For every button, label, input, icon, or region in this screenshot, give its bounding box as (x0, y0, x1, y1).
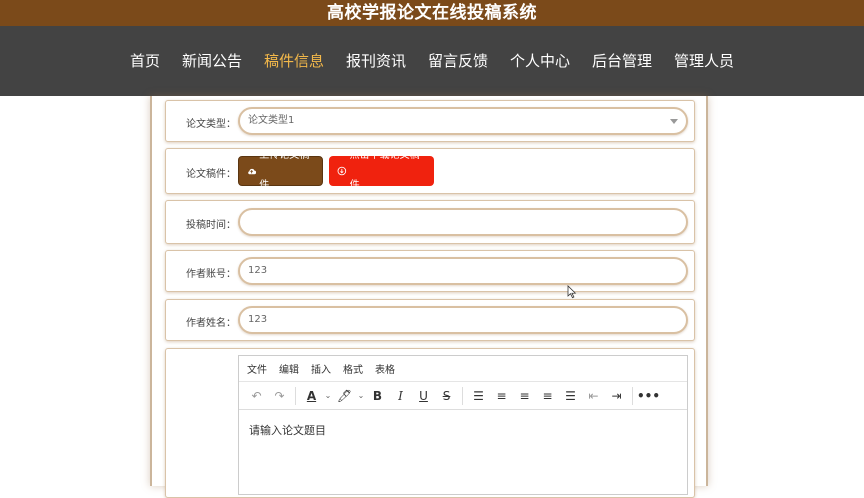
nav-journal-info[interactable]: 报刊资讯 (335, 26, 417, 96)
site-title: 高校学报论文在线投稿系统 (0, 0, 864, 26)
outdent-icon[interactable]: ⇤ (582, 389, 605, 403)
undo-icon[interactable]: ↶ (245, 389, 268, 403)
author-name-input[interactable]: 123 (238, 306, 688, 334)
toolbar-divider (462, 386, 463, 405)
download-paper-label: 点击下载论文稿件 (349, 150, 420, 191)
align-justify-icon[interactable]: ☰ (559, 389, 582, 403)
nav-home[interactable]: 首页 (119, 26, 171, 96)
editor-content[interactable]: 请输入论文题目 (239, 410, 687, 450)
strikethrough-icon[interactable]: S (435, 389, 458, 403)
chevron-down-icon[interactable]: ⌄ (356, 391, 366, 400)
paper-file-label: 论文稿件： (186, 169, 236, 180)
more-icon[interactable]: ••• (637, 389, 660, 403)
italic-icon[interactable]: I (389, 389, 412, 403)
author-account-label: 作者账号： (186, 269, 236, 280)
chevron-down-icon[interactable]: ⌄ (323, 391, 333, 400)
menu-edit[interactable]: 编辑 (279, 361, 299, 376)
menu-insert[interactable]: 插入 (311, 361, 331, 376)
row-paper-type: 论文类型： 论文类型1 (165, 100, 695, 142)
nav-managers[interactable]: 管理人员 (663, 26, 745, 96)
text-color-icon[interactable]: A (300, 389, 323, 403)
download-icon (337, 166, 347, 176)
nav-profile[interactable]: 个人中心 (499, 26, 581, 96)
author-name-label: 作者姓名： (186, 318, 236, 329)
editor-toolbar: ↶ ↷ A ⌄ 🖊 ⌄ B I U S ☰ ≡ ≡ ≡ ☰ ⇤ ⇥ ••• (239, 382, 687, 410)
row-author-account: 作者账号： 123 (165, 250, 695, 292)
underline-icon[interactable]: U (412, 389, 435, 403)
paper-type-value: 论文类型1 (248, 115, 295, 126)
download-paper-button[interactable]: 点击下载论文稿件 (329, 150, 434, 191)
submit-time-label: 投稿时间： (186, 220, 236, 231)
align-right-icon[interactable]: ≡ (536, 389, 559, 403)
row-editor: 文件 编辑 插入 格式 表格 ↶ ↷ A ⌄ 🖊 ⌄ B I U S ☰ ≡ ≡… (165, 348, 695, 498)
row-paper-file: 论文稿件： 上传论文稿件 点击下载论文稿件 (165, 148, 695, 194)
editor-menubar: 文件 编辑 插入 格式 表格 (239, 356, 687, 382)
indent-icon[interactable]: ⇥ (605, 389, 628, 403)
nav-feedback[interactable]: 留言反馈 (417, 26, 499, 96)
highlight-color-icon[interactable]: 🖊 (333, 389, 356, 403)
paper-type-select[interactable]: 论文类型1 (238, 107, 688, 135)
mouse-cursor-icon (567, 285, 577, 299)
rich-text-editor: 文件 编辑 插入 格式 表格 ↶ ↷ A ⌄ 🖊 ⌄ B I U S ☰ ≡ ≡… (238, 355, 688, 495)
row-author-name: 作者姓名： 123 (165, 299, 695, 341)
submit-time-input[interactable] (238, 208, 688, 236)
redo-icon[interactable]: ↷ (268, 389, 291, 403)
row-submit-time: 投稿时间： (165, 200, 695, 244)
form-container: 论文类型： 论文类型1 论文稿件： 上传论文稿件 点击下载论文稿件 投稿时间： … (150, 96, 708, 498)
line-height-icon[interactable]: ☰ (467, 389, 490, 403)
align-center-icon[interactable]: ≡ (513, 389, 536, 403)
author-account-input[interactable]: 123 (238, 257, 688, 285)
toolbar-divider (632, 386, 633, 405)
nav-admin[interactable]: 后台管理 (581, 26, 663, 96)
cloud-upload-icon (248, 168, 257, 174)
chevron-down-icon (670, 119, 678, 124)
nav-manuscripts[interactable]: 稿件信息 (253, 26, 335, 96)
main-nav: 首页 新闻公告 稿件信息 报刊资讯 留言反馈 个人中心 后台管理 管理人员 (0, 26, 864, 96)
upload-paper-button[interactable]: 上传论文稿件 (238, 150, 323, 191)
menu-table[interactable]: 表格 (375, 361, 395, 376)
toolbar-divider (295, 386, 296, 405)
paper-type-label: 论文类型： (186, 119, 236, 130)
align-left-icon[interactable]: ≡ (490, 389, 513, 403)
menu-format[interactable]: 格式 (343, 361, 363, 376)
upload-paper-label: 上传论文稿件 (259, 150, 310, 191)
menu-file[interactable]: 文件 (247, 361, 267, 376)
nav-news[interactable]: 新闻公告 (171, 26, 253, 96)
bold-icon[interactable]: B (366, 389, 389, 403)
